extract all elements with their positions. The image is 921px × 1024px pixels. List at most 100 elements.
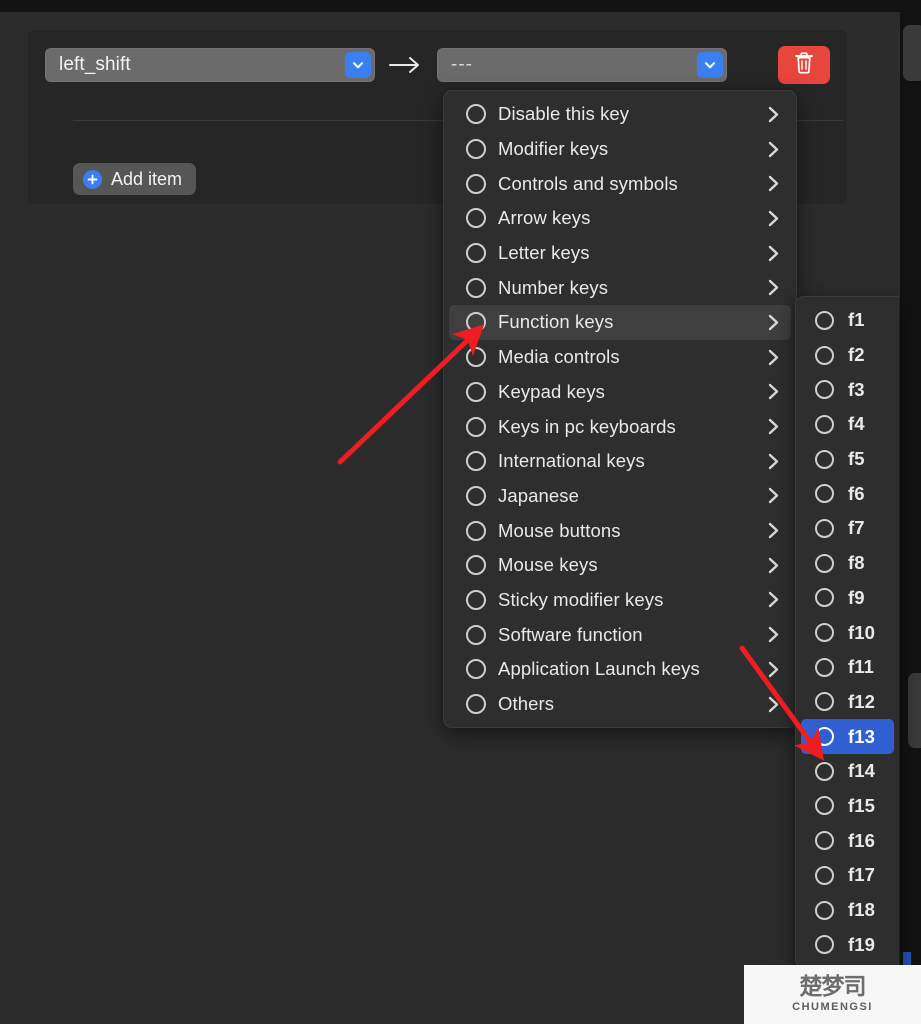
menu-item[interactable]: Application Launch keys (449, 652, 791, 687)
menu-item[interactable]: f10 (801, 615, 894, 650)
menu-item[interactable]: Mouse buttons (449, 513, 791, 548)
target-key-value: --- (451, 54, 473, 75)
menu-item-label: f3 (848, 378, 865, 400)
menu-item[interactable]: Number keys (449, 270, 791, 305)
menu-item[interactable]: f18 (801, 893, 894, 928)
radio-icon (815, 761, 834, 781)
function-keys-submenu[interactable]: f1 f2 f3 f4 f5 f6 f7 f8 f9 f10 f11 f12 f13 f14 f15 f16 f… (795, 296, 899, 968)
desktop-background-right (900, 0, 921, 1024)
menu-item-label: f1 (848, 309, 865, 331)
radio-icon (466, 624, 486, 645)
radio-icon (815, 449, 834, 469)
menu-item[interactable]: f17 (801, 858, 894, 893)
menu-item[interactable]: f14 (801, 754, 894, 789)
menu-item[interactable]: f1 (801, 303, 894, 338)
radio-icon (466, 451, 486, 472)
menu-item[interactable]: Function keys (449, 305, 791, 340)
menu-item[interactable]: f5 (801, 442, 894, 477)
plus-circle-icon (83, 169, 102, 189)
chevron-right-icon (768, 383, 779, 400)
menu-item[interactable]: Controls and symbols (449, 166, 791, 201)
menu-item[interactable]: f16 (801, 823, 894, 858)
target-key-select[interactable]: --- (437, 48, 727, 82)
menu-item-label: Application Launch keys (498, 658, 700, 680)
menu-item[interactable]: International keys (449, 444, 791, 479)
menu-item[interactable]: f13 (801, 719, 894, 754)
radio-icon (815, 588, 834, 608)
arrow-right-icon (375, 55, 437, 75)
watermark-cn-text: 楚梦司 (799, 974, 866, 1000)
menu-item[interactable]: f7 (801, 511, 894, 546)
radio-icon (466, 485, 486, 506)
chevron-right-icon (768, 175, 779, 192)
radio-icon (815, 380, 834, 400)
chevron-right-icon (768, 626, 779, 643)
chevron-down-icon[interactable] (697, 52, 723, 78)
screen-root: left_shift --- Add item Disable this key… (0, 0, 921, 1024)
chevron-right-icon (768, 349, 779, 366)
menu-item-label: Others (498, 693, 555, 715)
radio-icon (466, 589, 486, 610)
menu-item[interactable]: f11 (801, 650, 894, 685)
menu-item[interactable]: Modifier keys (449, 132, 791, 167)
radio-icon (466, 277, 486, 298)
menu-item[interactable]: f12 (801, 685, 894, 720)
menu-item[interactable]: Arrow keys (449, 201, 791, 236)
radio-icon (815, 692, 834, 712)
radio-icon (815, 865, 834, 885)
menu-item-label: Mouse keys (498, 554, 598, 576)
menu-item[interactable]: Sticky modifier keys (449, 583, 791, 618)
radio-icon (466, 243, 486, 264)
key-mapping-row: left_shift --- (45, 46, 830, 84)
menu-item[interactable]: f9 (801, 581, 894, 616)
radio-icon (815, 727, 834, 747)
add-item-button[interactable]: Add item (73, 163, 197, 195)
menu-item[interactable]: f3 (801, 372, 894, 407)
menu-item-label: f16 (848, 829, 876, 851)
radio-icon (815, 484, 834, 504)
radio-icon (815, 414, 834, 434)
menu-item[interactable]: Keypad keys (449, 375, 791, 410)
menu-item-label: Modifier keys (498, 138, 609, 160)
chevron-right-icon (768, 487, 779, 504)
radio-icon (466, 520, 486, 541)
menu-item[interactable]: Keys in pc keyboards (449, 409, 791, 444)
source-key-select[interactable]: left_shift (45, 48, 375, 82)
menu-item[interactable]: f2 (801, 338, 894, 373)
watermark-en-text: CHUMENGSI (792, 1001, 873, 1013)
menu-item[interactable]: f19 (801, 927, 894, 962)
menu-item-label: f12 (848, 690, 876, 712)
menu-item-label: f4 (848, 413, 865, 435)
menu-item[interactable]: f4 (801, 407, 894, 442)
menu-item[interactable]: Disable this key (449, 97, 791, 132)
chevron-right-icon (768, 106, 779, 123)
menu-item-label: Disable this key (498, 103, 630, 125)
menu-item[interactable]: f8 (801, 546, 894, 581)
menu-item-label: f15 (848, 794, 876, 816)
menu-item[interactable]: f15 (801, 789, 894, 824)
menu-item-label: Software function (498, 623, 643, 645)
radio-icon (815, 935, 834, 955)
menu-item-label: f5 (848, 448, 865, 470)
background-widget-top (903, 25, 921, 81)
watermark-logo: 楚梦司 CHUMENGSI (792, 976, 873, 1013)
radio-icon (815, 623, 834, 643)
radio-icon (815, 900, 834, 920)
chevron-right-icon (768, 314, 779, 331)
chevron-right-icon (768, 661, 779, 678)
menu-item-label: f6 (848, 482, 865, 504)
menu-item[interactable]: Media controls (449, 340, 791, 375)
menu-item[interactable]: f6 (801, 476, 894, 511)
radio-icon (815, 518, 834, 538)
menu-item[interactable]: Letter keys (449, 236, 791, 271)
delete-mapping-button[interactable] (778, 46, 830, 84)
radio-icon (466, 347, 486, 368)
menu-item[interactable]: Software function (449, 617, 791, 652)
menu-item[interactable]: Japanese (449, 479, 791, 514)
menu-item-label: Sticky modifier keys (498, 588, 664, 610)
key-category-menu[interactable]: Disable this key Modifier keys Controls an… (443, 90, 797, 728)
menu-item[interactable]: Mouse keys (449, 548, 791, 583)
menu-item[interactable]: Others (449, 687, 791, 722)
chevron-down-icon[interactable] (345, 52, 371, 78)
chevron-right-icon (768, 557, 779, 574)
